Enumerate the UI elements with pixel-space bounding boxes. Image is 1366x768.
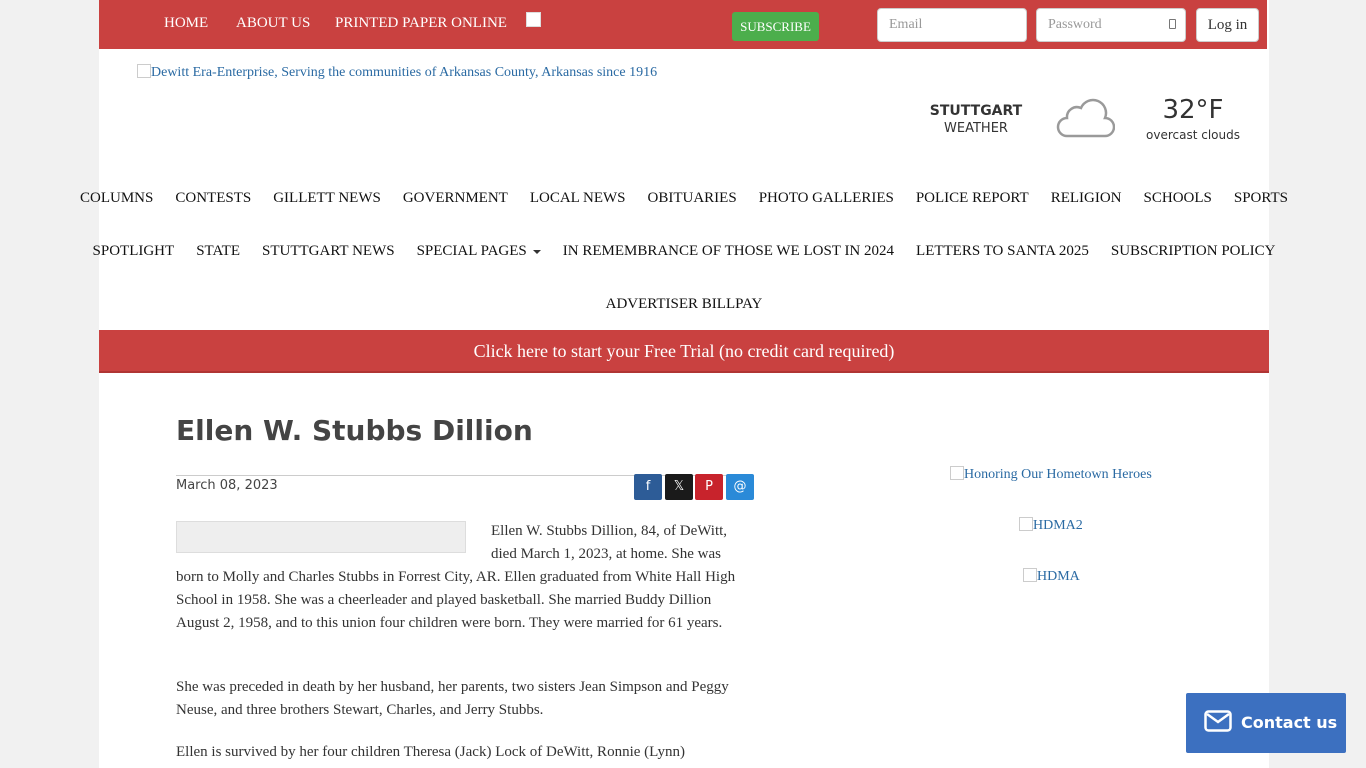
envelope-icon	[1204, 710, 1232, 732]
weather-temperature: 32°F	[1162, 95, 1224, 125]
nav-item-schools[interactable]: SCHOOLS	[1133, 172, 1223, 224]
nav-item-state[interactable]: STATE	[185, 225, 251, 277]
nav-item-obituaries[interactable]: OBITUARIES	[637, 172, 748, 224]
nav-item-spotlight[interactable]: SPOTLIGHT	[82, 225, 186, 277]
free-trial-banner[interactable]: Click here to start your Free Trial (no …	[99, 330, 1269, 373]
article-paragraph-1-rest: born to Molly and Charles Stubbs in Forr…	[176, 569, 736, 631]
weather-city: STUTTGART	[929, 103, 1023, 119]
ad-alt-text: HDMA	[1037, 569, 1080, 584]
password-placeholder: Password	[1048, 17, 1102, 32]
nav-item-sports[interactable]: SPORTS	[1223, 172, 1299, 224]
sidebar-ad-hometown-heroes[interactable]: Honoring Our Hometown Heroes	[950, 466, 1152, 483]
article-photo[interactable]	[176, 521, 466, 553]
nav-item-in-remembrance[interactable]: IN REMEMBRANCE OF THOSE WE LOST IN 2024	[552, 225, 905, 277]
password-field[interactable]: Password	[1036, 8, 1186, 42]
nav-item-local-news[interactable]: LOCAL NEWS	[519, 172, 637, 224]
login-button[interactable]: Log in	[1196, 8, 1259, 42]
ad-alt-text: Honoring Our Hometown Heroes	[964, 467, 1152, 482]
contact-us-button[interactable]: Contact us	[1186, 693, 1346, 753]
logo-alt-text: Dewitt Era-Enterprise, Serving the commu…	[151, 65, 658, 80]
sidebar-ad-hdma2[interactable]: HDMA2	[1019, 517, 1083, 534]
password-toggle-icon[interactable]	[1169, 19, 1176, 29]
email-field[interactable]: Email	[877, 8, 1027, 42]
broken-image-icon	[137, 64, 151, 78]
nav-item-photo-galleries[interactable]: PHOTO GALLERIES	[748, 172, 905, 224]
nav-item-gillett-news[interactable]: GILLETT NEWS	[262, 172, 392, 224]
nav-item-subscription-policy[interactable]: SUBSCRIPTION POLICY	[1100, 225, 1287, 277]
article-date: March 08, 2023	[176, 478, 278, 493]
broken-image-icon[interactable]	[526, 12, 541, 27]
nav-item-stuttgart-news[interactable]: STUTTGART NEWS	[251, 225, 406, 277]
x-icon[interactable]: 𝕏	[665, 474, 693, 500]
weather-condition: overcast clouds	[1146, 128, 1240, 142]
nav-home-link[interactable]: HOME	[164, 15, 208, 32]
subscribe-button[interactable]: SUBSCRIBE	[732, 12, 819, 41]
broken-image-icon	[1019, 517, 1033, 531]
nav-printed-paper-link[interactable]: PRINTED PAPER ONLINE	[335, 15, 507, 32]
special-pages-label: SPECIAL PAGES	[416, 243, 527, 259]
sidebar-ad-hdma[interactable]: HDMA	[1023, 568, 1080, 585]
contact-us-label: Contact us	[1241, 713, 1338, 732]
nav-item-columns[interactable]: COLUMNS	[69, 172, 164, 224]
nav-item-advertiser-billpay[interactable]: ADVERTISER BILLPAY	[595, 278, 774, 330]
article-paragraph-3: Ellen is survived by her four children T…	[176, 744, 685, 760]
article-paragraph-2: She was preceded in death by her husband…	[176, 679, 729, 718]
site-logo-link[interactable]: Dewitt Era-Enterprise, Serving the commu…	[137, 64, 657, 81]
nav-item-contests[interactable]: CONTESTS	[164, 172, 262, 224]
nav-row-3: ADVERTISER BILLPAY	[99, 278, 1269, 330]
weather-label: WEATHER	[944, 121, 1008, 136]
article-title: Ellen W. Stubbs Dillion	[176, 414, 533, 447]
nav-item-religion[interactable]: RELIGION	[1040, 172, 1133, 224]
nav-item-police-report[interactable]: POLICE REPORT	[905, 172, 1040, 224]
article-paragraph-1-start: Ellen W. Stubbs Dillion, 84, of DeWitt, …	[491, 523, 728, 562]
caret-down-icon	[532, 249, 541, 254]
page-container: HOME ABOUT US PRINTED PAPER ONLINE SUBSC…	[80, 0, 1288, 768]
pinterest-icon[interactable]: P	[695, 474, 723, 500]
broken-image-icon	[950, 466, 964, 480]
nav-item-letters-to-santa[interactable]: LETTERS TO SANTA 2025	[905, 225, 1100, 277]
nav-item-special-pages[interactable]: SPECIAL PAGES	[406, 225, 552, 277]
ad-alt-text: HDMA2	[1033, 518, 1083, 533]
nav-row-2: SPOTLIGHT STATE STUTTGART NEWS SPECIAL P…	[93, 225, 1276, 277]
nav-about-us-link[interactable]: ABOUT US	[236, 15, 310, 32]
broken-image-icon	[1023, 568, 1037, 582]
email-icon[interactable]: @	[726, 474, 754, 500]
nav-row-1: COLUMNS CONTESTS GILLETT NEWS GOVERNMENT…	[80, 172, 1288, 224]
facebook-icon[interactable]: f	[634, 474, 662, 500]
top-bar: HOME ABOUT US PRINTED PAPER ONLINE SUBSC…	[99, 0, 1267, 49]
nav-item-government[interactable]: GOVERNMENT	[392, 172, 519, 224]
cloud-icon	[1056, 98, 1115, 138]
